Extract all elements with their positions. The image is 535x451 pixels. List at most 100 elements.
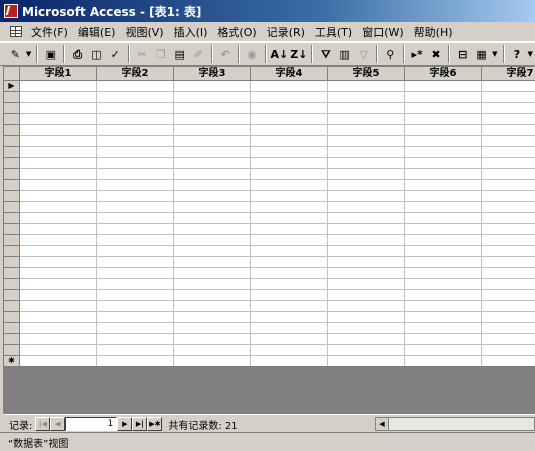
table-cell[interactable] <box>482 345 535 356</box>
chevron-down-icon[interactable]: ▼ <box>26 45 32 63</box>
table-cell[interactable] <box>174 312 251 323</box>
table-cell[interactable] <box>20 290 97 301</box>
table-cell[interactable] <box>328 114 405 125</box>
table-cell[interactable] <box>97 202 174 213</box>
spelling-icon[interactable]: ✓ <box>107 45 124 63</box>
record-selector[interactable] <box>4 202 20 213</box>
table-cell[interactable] <box>482 114 535 125</box>
table-cell[interactable] <box>174 147 251 158</box>
table-cell[interactable] <box>251 180 328 191</box>
table-cell[interactable] <box>174 224 251 235</box>
table-cell[interactable] <box>482 246 535 257</box>
table-cell[interactable] <box>328 125 405 136</box>
save-icon[interactable]: ▣ <box>42 45 59 63</box>
table-cell[interactable] <box>174 180 251 191</box>
table-cell[interactable] <box>97 81 174 92</box>
record-selector[interactable] <box>4 301 20 312</box>
record-selector[interactable] <box>4 224 20 235</box>
column-header[interactable]: 字段6 <box>405 67 482 81</box>
table-cell[interactable] <box>251 290 328 301</box>
table-cell[interactable] <box>328 301 405 312</box>
record-selector[interactable] <box>4 235 20 246</box>
record-selector[interactable] <box>4 290 20 301</box>
table-cell[interactable] <box>251 92 328 103</box>
table-cell[interactable] <box>174 235 251 246</box>
insert-hyperlink-icon[interactable]: ◉ <box>244 45 261 63</box>
table-cell[interactable] <box>20 301 97 312</box>
table-cell[interactable] <box>405 191 482 202</box>
table-cell[interactable] <box>251 312 328 323</box>
menu-item-7[interactable]: 窗口(W) <box>357 24 408 40</box>
table-cell[interactable] <box>405 334 482 345</box>
find-icon[interactable]: ⚲ <box>382 45 399 63</box>
previous-record-button[interactable]: ◀ <box>50 417 66 431</box>
table-cell[interactable] <box>20 125 97 136</box>
table-cell[interactable] <box>328 334 405 345</box>
column-header[interactable]: 字段3 <box>174 67 251 81</box>
first-record-button[interactable]: |◀ <box>35 417 51 431</box>
horizontal-scrollbar[interactable]: ◀ <box>375 417 535 431</box>
record-selector[interactable] <box>4 92 20 103</box>
table-cell[interactable] <box>328 268 405 279</box>
record-selector[interactable] <box>4 180 20 191</box>
table-cell[interactable] <box>251 268 328 279</box>
table-cell[interactable] <box>20 345 97 356</box>
table-cell[interactable] <box>97 147 174 158</box>
table-cell[interactable] <box>328 246 405 257</box>
table-cell[interactable] <box>482 169 535 180</box>
filter-by-selection-icon[interactable]: ⛛ <box>317 45 334 63</box>
table-cell[interactable] <box>97 92 174 103</box>
table-cell[interactable] <box>97 334 174 345</box>
table-cell[interactable] <box>405 279 482 290</box>
table-cell[interactable] <box>328 279 405 290</box>
table-cell[interactable] <box>251 334 328 345</box>
record-selector[interactable] <box>4 103 20 114</box>
table-cell[interactable] <box>251 158 328 169</box>
view-design-icon[interactable]: ✎ <box>7 45 24 63</box>
table-cell[interactable] <box>20 158 97 169</box>
table-cell[interactable] <box>97 301 174 312</box>
table-cell[interactable] <box>482 180 535 191</box>
record-number-input[interactable]: 1 <box>65 417 118 431</box>
record-selector[interactable] <box>4 257 20 268</box>
table-cell[interactable] <box>97 158 174 169</box>
table-cell[interactable] <box>482 125 535 136</box>
table-cell[interactable] <box>251 202 328 213</box>
menu-item-5[interactable]: 记录(R) <box>262 24 310 40</box>
menu-item-2[interactable]: 视图(V) <box>120 24 168 40</box>
table-cell[interactable] <box>405 125 482 136</box>
table-cell[interactable] <box>405 169 482 180</box>
table-cell[interactable] <box>20 191 97 202</box>
table-cell[interactable] <box>251 279 328 290</box>
table-cell[interactable] <box>328 180 405 191</box>
table-cell[interactable] <box>20 92 97 103</box>
undo-icon[interactable]: ↶ <box>217 45 234 63</box>
table-cell[interactable] <box>328 257 405 268</box>
record-selector[interactable] <box>4 114 20 125</box>
table-cell[interactable] <box>405 202 482 213</box>
table-cell[interactable] <box>405 180 482 191</box>
record-selector[interactable] <box>4 125 20 136</box>
select-all-corner[interactable] <box>4 67 20 81</box>
table-cell[interactable] <box>405 312 482 323</box>
table-cell[interactable] <box>174 290 251 301</box>
table-cell[interactable] <box>328 235 405 246</box>
table-cell[interactable] <box>20 224 97 235</box>
table-cell[interactable] <box>174 345 251 356</box>
table-cell[interactable] <box>97 169 174 180</box>
table-cell[interactable] <box>328 103 405 114</box>
table-cell[interactable] <box>482 103 535 114</box>
table-cell[interactable] <box>174 136 251 147</box>
table-cell[interactable] <box>328 323 405 334</box>
table-cell[interactable] <box>174 92 251 103</box>
table-cell[interactable] <box>482 268 535 279</box>
table-cell[interactable] <box>20 323 97 334</box>
last-record-button[interactable]: ▶| <box>132 417 148 431</box>
table-cell[interactable] <box>405 268 482 279</box>
table-cell[interactable] <box>97 125 174 136</box>
table-cell[interactable] <box>20 103 97 114</box>
table-cell[interactable] <box>482 257 535 268</box>
table-cell[interactable] <box>97 257 174 268</box>
table-cell[interactable] <box>251 169 328 180</box>
record-selector[interactable] <box>4 213 20 224</box>
